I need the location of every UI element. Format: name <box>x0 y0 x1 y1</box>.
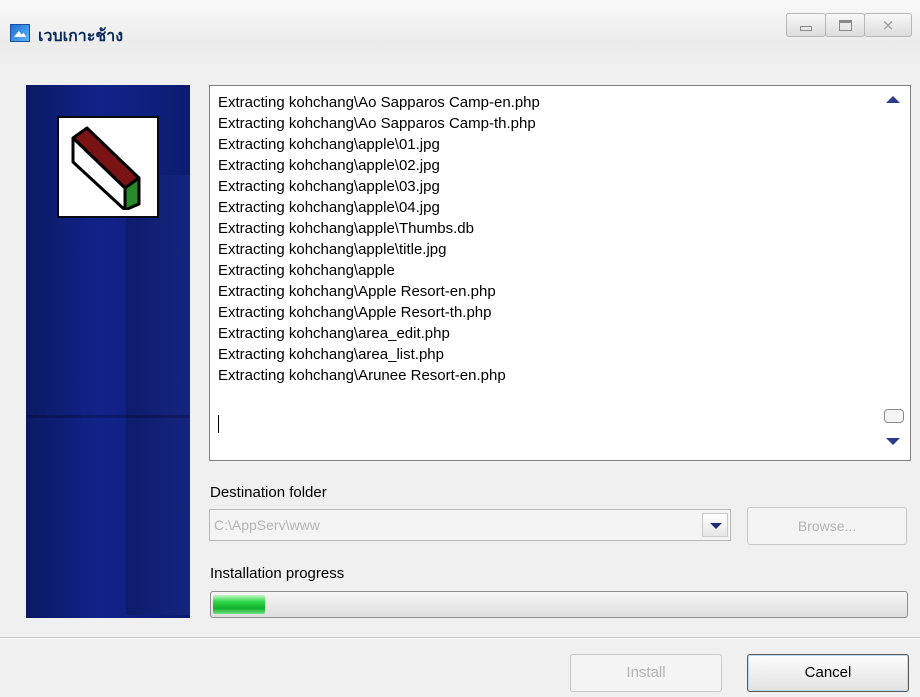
destination-folder-label: Destination folder <box>210 484 327 501</box>
browse-button[interactable]: Browse... <box>747 507 907 545</box>
window-title: เวบเกาะช้าง <box>38 26 123 45</box>
scroll-up-arrow-icon[interactable] <box>886 96 900 103</box>
log-line: Extracting kohchang\Apple Resort-en.php <box>218 283 496 300</box>
log-line: Extracting kohchang\apple\04.jpg <box>218 199 440 216</box>
destination-folder-combobox[interactable]: C:\AppServ\www <box>209 509 731 541</box>
box-icon <box>71 126 141 210</box>
maximize-icon <box>839 20 852 31</box>
scrollbar-thumb[interactable] <box>884 409 904 423</box>
log-line: Extracting kohchang\apple <box>218 262 395 279</box>
destination-folder-value: C:\AppServ\www <box>214 517 320 533</box>
minimize-button[interactable] <box>786 13 826 37</box>
package-box-image <box>57 116 159 218</box>
log-line: Extracting kohchang\apple\02.jpg <box>218 157 440 174</box>
log-line: Extracting kohchang\apple\01.jpg <box>218 136 440 153</box>
chevron-down-icon[interactable] <box>702 513 728 537</box>
log-lines: Extracting kohchang\Ao Sapparos Camp-en.… <box>218 92 540 386</box>
text-caret <box>218 415 219 433</box>
log-line: Extracting kohchang\area_edit.php <box>218 325 450 342</box>
installer-side-banner <box>26 85 190 618</box>
progress-bar-fill <box>213 595 265 614</box>
divider-highlight <box>0 638 920 639</box>
log-line: Extracting kohchang\Ao Sapparos Camp-th.… <box>218 115 536 132</box>
installation-progress-label: Installation progress <box>210 565 345 582</box>
cancel-button[interactable]: Cancel <box>747 654 909 692</box>
log-line: Extracting kohchang\Ao Sapparos Camp-en.… <box>218 94 540 111</box>
extraction-log[interactable]: Extracting kohchang\Ao Sapparos Camp-en.… <box>209 85 911 461</box>
install-button[interactable]: Install <box>570 654 722 692</box>
caption-buttons: ⨯ <box>786 13 912 37</box>
title-bar: เวบเกาะช้าง ⨯ <box>0 0 920 70</box>
close-icon: ⨯ <box>881 17 895 34</box>
close-button[interactable]: ⨯ <box>864 13 912 37</box>
app-icon <box>10 24 30 42</box>
log-line: Extracting kohchang\apple\03.jpg <box>218 178 440 195</box>
minimize-icon <box>800 26 812 31</box>
log-line: Extracting kohchang\area_list.php <box>218 346 444 363</box>
log-line: Extracting kohchang\Apple Resort-th.php <box>218 304 492 321</box>
log-line: Extracting kohchang\apple\Thumbs.db <box>218 220 474 237</box>
maximize-button[interactable] <box>825 13 865 37</box>
log-line: Extracting kohchang\apple\title.jpg <box>218 241 447 258</box>
log-line: Extracting kohchang\Arunee Resort-en.php <box>218 367 506 384</box>
scroll-down-arrow-icon[interactable] <box>886 438 900 445</box>
installation-progress-bar <box>210 591 908 618</box>
